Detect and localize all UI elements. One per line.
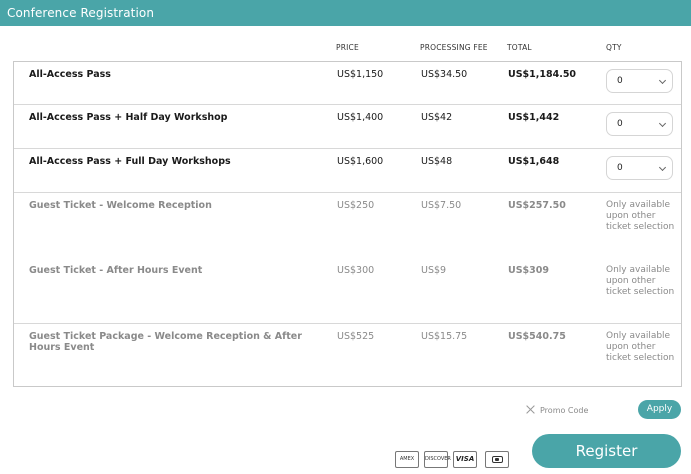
chevron-down-icon xyxy=(658,76,667,85)
quantity-select[interactable]: 0 xyxy=(606,156,673,180)
ticket-price: US$300 xyxy=(337,265,375,276)
chevron-down-icon xyxy=(658,119,667,128)
ticket-name: All-Access Pass + Half Day Workshop xyxy=(29,112,228,123)
ticket-total: US$540.75 xyxy=(508,331,566,342)
ticket-row: All-Access Pass US$1,150 US$34.50 US$1,1… xyxy=(14,62,681,105)
availability-note: Only available upon other ticket selecti… xyxy=(606,265,675,297)
ticket-processing-fee: US$48 xyxy=(421,156,453,167)
ticket-processing-fee: US$9 xyxy=(421,265,447,276)
ticket-total: US$309 xyxy=(508,265,549,276)
ticket-total: US$1,442 xyxy=(508,112,560,123)
ticket-name: Guest Ticket - Welcome Reception xyxy=(29,200,212,211)
quantity-select[interactable]: 0 xyxy=(606,112,673,136)
quantity-value: 0 xyxy=(617,76,623,86)
ticket-price: US$1,150 xyxy=(337,69,384,80)
ticket-total: US$1,648 xyxy=(508,156,560,167)
promo-code-toggle[interactable]: Promo Code xyxy=(526,404,588,415)
column-header-price: PRICE xyxy=(336,43,359,52)
column-header-qty: QTY xyxy=(606,43,622,52)
ticket-row: Guest Ticket Package - Welcome Reception… xyxy=(14,324,681,386)
ticket-price: US$525 xyxy=(337,331,375,342)
ticket-price: US$250 xyxy=(337,200,375,211)
apply-button[interactable]: Apply xyxy=(638,400,681,419)
ticket-total: US$1,184.50 xyxy=(508,69,577,80)
visa-card-icon: VISA xyxy=(453,451,477,468)
register-button[interactable]: Register xyxy=(532,434,681,468)
ticket-row: All-Access Pass + Half Day Workshop US$1… xyxy=(14,105,681,149)
amex-card-icon: AMEX xyxy=(395,451,419,468)
quantity-value: 0 xyxy=(617,119,623,129)
page-header: Conference Registration xyxy=(0,0,691,26)
page-title: Conference Registration xyxy=(7,6,155,20)
ticket-processing-fee: US$34.50 xyxy=(421,69,468,80)
ticket-row: Guest Ticket - After Hours Event US$300 … xyxy=(14,258,681,324)
column-header-processing-fee: PROCESSING FEE xyxy=(420,43,488,52)
ticket-row: Guest Ticket - Welcome Reception US$250 … xyxy=(14,193,681,258)
quantity-select[interactable]: 0 xyxy=(606,69,673,93)
ticket-price: US$1,600 xyxy=(337,156,384,167)
availability-note: Only available upon other ticket selecti… xyxy=(606,331,675,363)
ticket-processing-fee: US$15.75 xyxy=(421,331,468,342)
mastercard-card-icon xyxy=(485,451,509,468)
availability-note: Only available upon other ticket selecti… xyxy=(606,200,675,232)
ticket-price: US$1,400 xyxy=(337,112,384,123)
ticket-name: All-Access Pass + Full Day Workshops xyxy=(29,156,231,167)
ticket-name: Guest Ticket Package - Welcome Reception… xyxy=(29,331,302,353)
ticket-total: US$257.50 xyxy=(508,200,566,211)
close-icon xyxy=(526,405,535,414)
promo-code-label: Promo Code xyxy=(540,406,589,415)
ticket-processing-fee: US$42 xyxy=(421,112,453,123)
ticket-name: Guest Ticket - After Hours Event xyxy=(29,265,203,276)
quantity-value: 0 xyxy=(617,163,623,173)
ticket-processing-fee: US$7.50 xyxy=(421,200,462,211)
column-headers: PRICE PROCESSING FEE TOTAL QTY xyxy=(0,43,691,55)
column-header-total: TOTAL xyxy=(507,43,532,52)
ticket-name: All-Access Pass xyxy=(29,69,111,80)
discover-card-icon: DISCOVER xyxy=(424,451,451,468)
ticket-row: All-Access Pass + Full Day Workshops US$… xyxy=(14,149,681,193)
chevron-down-icon xyxy=(658,163,667,172)
ticket-table: All-Access Pass US$1,150 US$34.50 US$1,1… xyxy=(13,61,682,387)
